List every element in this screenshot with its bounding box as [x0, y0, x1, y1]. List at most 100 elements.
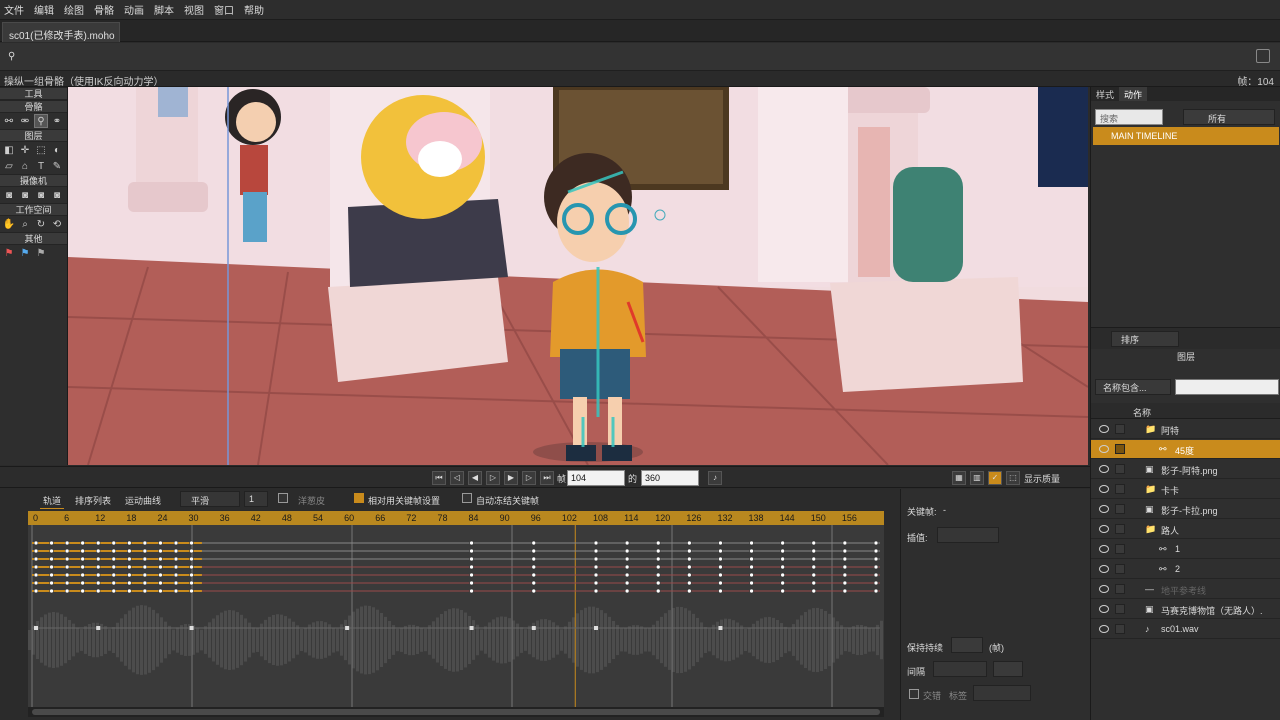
- zoom-icon[interactable]: ⌕: [18, 217, 32, 231]
- layer-row[interactable]: 📁 路人: [1091, 520, 1280, 539]
- layer-row[interactable]: 📁 卡卡: [1091, 480, 1280, 499]
- view-grid-icon[interactable]: ▥: [970, 471, 984, 485]
- hold-input[interactable]: [951, 637, 983, 653]
- actions-filter-select[interactable]: 所有: [1183, 109, 1275, 125]
- menu-item[interactable]: 动画: [124, 2, 144, 17]
- stagger-checkbox[interactable]: [909, 689, 919, 699]
- scale-layer-icon[interactable]: ⬚: [34, 143, 48, 157]
- actions-search-input[interactable]: 搜索: [1095, 109, 1163, 125]
- interpolation-select[interactable]: 平滑: [180, 491, 240, 507]
- pen-tool-icon[interactable]: ✎: [50, 159, 64, 173]
- visibility-eye-icon[interactable]: [1099, 585, 1109, 593]
- display-quality-button[interactable]: 显示质量: [1024, 472, 1060, 485]
- menu-item[interactable]: 视图: [184, 2, 204, 17]
- visibility-eye-icon[interactable]: [1099, 445, 1109, 453]
- next-key-button[interactable]: ▷: [522, 471, 536, 485]
- bone-color-icon[interactable]: ⚑: [18, 246, 32, 260]
- menu-item[interactable]: 脚本: [154, 2, 174, 17]
- main-timeline-item[interactable]: MAIN TIMELINE: [1093, 127, 1279, 145]
- layer-lock-icon[interactable]: [1115, 604, 1125, 614]
- preview-check-icon[interactable]: ✓: [988, 471, 1002, 485]
- select-bone-icon[interactable]: ⚯: [2, 114, 16, 128]
- frame-ruler[interactable]: 0 6 12 18 24 30 36 42 48 54 60 66 72 78 84 90 96 102 108 11…: [28, 511, 884, 525]
- cycle-input[interactable]: [993, 661, 1023, 677]
- fast-forward-button[interactable]: ⏭: [540, 471, 554, 485]
- rotate-workspace-icon[interactable]: ↻: [34, 217, 48, 231]
- eyedropper-icon[interactable]: ⚑: [2, 246, 16, 260]
- manipulate-bones-icon[interactable]: ⚲: [34, 114, 48, 128]
- track-camera-icon[interactable]: ◙: [2, 188, 16, 202]
- tag-select[interactable]: [973, 685, 1031, 701]
- visibility-eye-icon[interactable]: [1099, 505, 1109, 513]
- timeline-scrollbar[interactable]: [28, 707, 884, 717]
- visibility-eye-icon[interactable]: [1099, 605, 1109, 613]
- name-filter-input[interactable]: [1175, 379, 1279, 395]
- interpolation-prop-select[interactable]: [937, 527, 999, 543]
- canvas-viewport[interactable]: [68, 87, 1088, 465]
- visibility-eye-icon[interactable]: [1099, 465, 1109, 473]
- visibility-eye-icon[interactable]: [1099, 565, 1109, 573]
- tab-sequencer[interactable]: 排序列表: [72, 493, 114, 509]
- layer-row[interactable]: ⚯ 1: [1091, 540, 1280, 559]
- orbit-workspace-icon[interactable]: ⟲: [50, 217, 64, 231]
- bone-strength-icon[interactable]: ⚭: [50, 114, 64, 128]
- menu-item[interactable]: 骨骼: [94, 2, 114, 17]
- layer-lock-icon[interactable]: [1115, 464, 1125, 474]
- layer-lock-icon[interactable]: [1115, 484, 1125, 494]
- roll-camera-icon[interactable]: ◙: [34, 188, 48, 202]
- translate-bone-icon[interactable]: ⚮: [18, 114, 32, 128]
- fullscreen-icon[interactable]: ⬚: [1006, 471, 1020, 485]
- tab-actions[interactable]: 动作: [1119, 87, 1148, 101]
- zoom-camera-icon[interactable]: ◙: [18, 188, 32, 202]
- onion-skin-checkbox[interactable]: [278, 493, 288, 503]
- current-frame-input[interactable]: 104: [567, 470, 625, 486]
- play-button[interactable]: ▷: [486, 471, 500, 485]
- document-tab[interactable]: sc01(已修改手表).moho: [2, 22, 120, 42]
- tab-motion-graph[interactable]: 运动曲线: [122, 493, 164, 509]
- interpolation-value[interactable]: 1: [244, 491, 268, 507]
- visibility-eye-icon[interactable]: [1099, 625, 1109, 633]
- total-frames-input[interactable]: 360: [641, 470, 699, 486]
- auto-freeze-checkbox[interactable]: [462, 493, 472, 503]
- layer-row[interactable]: ♪ sc01.wav: [1091, 620, 1280, 639]
- translate-layer-icon[interactable]: ✛: [18, 143, 32, 157]
- layer-lock-icon[interactable]: [1115, 504, 1125, 514]
- layer-row[interactable]: ▣ 影子-卡拉.png: [1091, 500, 1280, 519]
- cycle-select[interactable]: [933, 661, 987, 677]
- bone-binding-icon[interactable]: ⌂: [18, 159, 32, 173]
- layer-lock-icon[interactable]: [1115, 584, 1125, 594]
- menu-item[interactable]: 绘图: [64, 2, 84, 17]
- view-mode-icon[interactable]: ▦: [952, 471, 966, 485]
- rotate-layer-icon[interactable]: ◐: [50, 143, 64, 157]
- layer-row[interactable]: ⚯ 2: [1091, 560, 1280, 579]
- visibility-eye-icon[interactable]: [1099, 545, 1109, 553]
- layer-row[interactable]: — 地平参考线: [1091, 580, 1280, 599]
- shear-layer-icon[interactable]: ▱: [2, 159, 16, 173]
- layer-lock-icon[interactable]: [1115, 444, 1125, 454]
- pan-tilt-camera-icon[interactable]: ◙: [50, 188, 64, 202]
- rewind-button[interactable]: ⏮: [432, 471, 446, 485]
- hand-icon[interactable]: ✋: [2, 217, 16, 231]
- audio-icon[interactable]: ♪: [708, 471, 722, 485]
- layer-lock-icon[interactable]: [1115, 564, 1125, 574]
- layer-row[interactable]: 📁 阿特: [1091, 420, 1280, 439]
- step-back-button[interactable]: ◀: [468, 471, 482, 485]
- visibility-eye-icon[interactable]: [1099, 425, 1109, 433]
- step-forward-button[interactable]: ▶: [504, 471, 518, 485]
- layer-row[interactable]: ▣ 影子-阿特.png: [1091, 460, 1280, 479]
- insert-text-icon[interactable]: ⚑: [34, 246, 48, 260]
- layer-lock-icon[interactable]: [1115, 424, 1125, 434]
- visibility-eye-icon[interactable]: [1099, 485, 1109, 493]
- layer-lock-icon[interactable]: [1115, 544, 1125, 554]
- set-origin-icon[interactable]: ◧: [2, 143, 16, 157]
- bone-options-icon[interactable]: ⚲: [8, 51, 15, 62]
- menu-item[interactable]: 窗口: [214, 2, 234, 17]
- menu-item[interactable]: 帮助: [244, 2, 264, 17]
- layer-lock-icon[interactable]: [1115, 624, 1125, 634]
- visibility-eye-icon[interactable]: [1099, 525, 1109, 533]
- keyframe-tracks[interactable]: [28, 525, 884, 707]
- text-tool-icon[interactable]: T: [34, 159, 48, 173]
- tab-channels[interactable]: 轨道: [40, 493, 65, 509]
- layer-row[interactable]: ▣ 马赛克博物馆（无路人）.: [1091, 600, 1280, 619]
- options-menu-icon[interactable]: [1256, 49, 1270, 63]
